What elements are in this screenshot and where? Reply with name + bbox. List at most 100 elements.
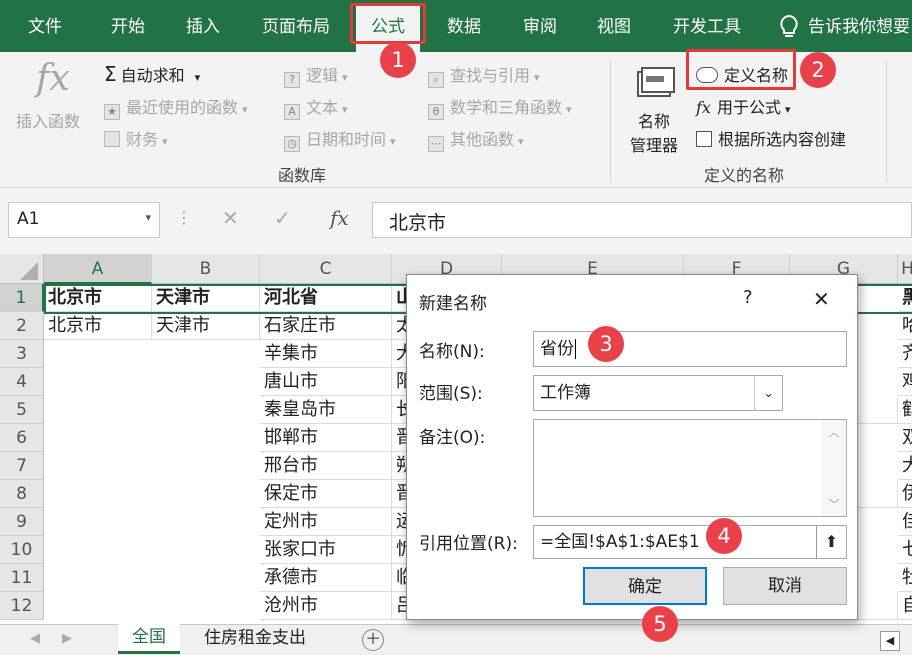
insert-function-button[interactable]: 插入函数 xyxy=(16,108,80,132)
step-badge-3: 3 xyxy=(588,326,624,362)
tab-insert[interactable]: 插入 xyxy=(172,0,234,52)
use-in-formula-button[interactable]: fx 用于公式 ▾ xyxy=(696,94,791,118)
cell-H5[interactable]: 鹤 xyxy=(898,396,912,424)
new-name-dialog: 新建名称 ? ✕ 名称(N): 省份 范围(S): 工作簿 ⌄ 备注(O): ︿… xyxy=(406,274,858,620)
drag-handle-icon[interactable]: ⋮ xyxy=(176,208,192,227)
group-separator xyxy=(610,60,611,182)
cell-H2[interactable]: 哈 xyxy=(898,312,912,340)
step-badge-5: 5 xyxy=(642,606,678,642)
cell-B1[interactable]: 天津市 xyxy=(152,284,260,312)
cell-C3[interactable]: 辛集市 xyxy=(260,340,392,368)
formula-input[interactable]: 北京市 xyxy=(372,202,912,238)
cell-C11[interactable]: 承德市 xyxy=(260,564,392,592)
name-manager-label-2: 管理器 xyxy=(630,136,679,155)
check-icon[interactable]: ✓ xyxy=(274,206,291,230)
step-badge-1: 1 xyxy=(380,42,416,78)
lookup-icon: ⌕ xyxy=(428,72,444,88)
name-box[interactable]: A1 ▾ xyxy=(8,202,160,238)
financial-button[interactable]: 财务 ▾ xyxy=(104,126,168,150)
chevron-down-icon: ▾ xyxy=(534,71,540,84)
scroll-down-icon[interactable]: ﹀ xyxy=(822,496,846,512)
cell-C2[interactable]: 石家庄市 xyxy=(260,312,392,340)
other-functions-button[interactable]: ⋯ 其他函数 ▾ xyxy=(428,126,524,152)
add-sheet-icon[interactable]: + xyxy=(362,629,384,651)
cell-H3[interactable]: 齐 xyxy=(898,340,912,368)
close-icon[interactable]: ✕ xyxy=(813,287,830,311)
insert-function-fx-icon[interactable]: fx xyxy=(330,206,349,230)
clock-icon: ◷ xyxy=(284,136,300,152)
formula-bar-area: A1 ▾ ⋮ ✕ ✓ fx 北京市 xyxy=(0,188,912,254)
cancel-icon[interactable]: ✕ xyxy=(222,206,239,230)
cell-C9[interactable]: 定州市 xyxy=(260,508,392,536)
cell-A2[interactable]: 北京市 xyxy=(44,312,152,340)
cell-H11[interactable]: 牡 xyxy=(898,564,912,592)
name-input[interactable]: 省份 xyxy=(533,331,847,367)
cell-H9[interactable]: 佳 xyxy=(898,508,912,536)
name-manager-button[interactable]: 名称 xyxy=(638,108,670,132)
tell-me-search[interactable]: 告诉我你想要 xyxy=(808,0,912,52)
sigma-icon: Σ xyxy=(104,62,117,86)
datetime-button[interactable]: ◷ 日期和时间 ▾ xyxy=(284,126,396,152)
chevron-down-icon: ▾ xyxy=(518,135,524,148)
recent-functions-button[interactable]: ★ 最近使用的函数 ▾ xyxy=(104,94,248,120)
math-button[interactable]: θ 数学和三角函数 ▾ xyxy=(428,94,572,120)
comment-textarea[interactable]: ︿ ﹀ xyxy=(533,419,847,517)
cell-H1[interactable]: 黑 xyxy=(898,284,912,312)
name-label: 名称(N): xyxy=(419,342,485,362)
cell-H7[interactable]: 大 xyxy=(898,452,912,480)
refers-to-input[interactable]: =全国!$A$1:$AE$1 ⬆ xyxy=(533,525,847,559)
tab-review[interactable]: 审阅 xyxy=(510,0,570,52)
collapse-dialog-icon[interactable]: ⬆ xyxy=(816,526,846,558)
highlight-define-name xyxy=(686,49,796,90)
cell-C8[interactable]: 保定市 xyxy=(260,480,392,508)
cell-H8[interactable]: 伊 xyxy=(898,480,912,508)
cell-C7[interactable]: 邢台市 xyxy=(260,452,392,480)
tab-data[interactable]: 数据 xyxy=(434,0,494,52)
name-manager-icon xyxy=(634,64,678,104)
ok-button[interactable]: 确定 xyxy=(583,567,707,605)
help-button[interactable]: ? xyxy=(743,287,753,308)
chevron-down-icon: ▾ xyxy=(784,103,791,116)
cancel-button[interactable]: 取消 xyxy=(723,567,847,605)
sheet-tab-all[interactable]: 全国 xyxy=(118,624,180,654)
sheet-tab-rent[interactable]: 住房租金支出 xyxy=(186,625,324,653)
text-button[interactable]: A 文本 ▾ xyxy=(284,94,348,120)
create-from-selection-button[interactable]: 根据所选内容创建 xyxy=(696,126,846,150)
scroll-right-icon[interactable]: ▶ xyxy=(62,631,72,646)
cell-H10[interactable]: 七 xyxy=(898,536,912,564)
group-separator xyxy=(886,60,887,182)
scrollbar[interactable]: ︿ ﹀ xyxy=(822,420,846,516)
cell-B2[interactable]: 天津市 xyxy=(152,312,260,340)
step-badge-2: 2 xyxy=(800,52,836,88)
star-icon: ★ xyxy=(104,104,120,120)
tab-developer[interactable]: 开发工具 xyxy=(662,0,752,52)
cell-C4[interactable]: 唐山市 xyxy=(260,368,392,396)
tab-page-layout[interactable]: 页面布局 xyxy=(250,0,342,52)
hscroll-left-icon[interactable]: ◀ xyxy=(880,631,900,651)
chevron-down-icon: ▾ xyxy=(390,135,396,148)
sheet-tab-bar: ◀ ▶ 全国 住房租金支出 + ◀ xyxy=(0,624,912,655)
cell-H4[interactable]: 鸡 xyxy=(898,368,912,396)
financial-icon xyxy=(104,131,120,147)
scope-select[interactable]: 工作簿 ⌄ xyxy=(533,375,783,411)
tab-file[interactable]: 文件 xyxy=(14,0,76,52)
cell-C5[interactable]: 秦皇岛市 xyxy=(260,396,392,424)
chevron-down-icon[interactable]: ⌄ xyxy=(754,376,782,410)
autosum-button[interactable]: Σ 自动求和 ▾ xyxy=(104,62,200,86)
cell-C10[interactable]: 张家口市 xyxy=(260,536,392,564)
cell-C1[interactable]: 河北省 xyxy=(260,284,392,312)
lightbulb-icon xyxy=(778,14,800,40)
highlight-formulas-tab xyxy=(350,3,426,44)
step-badge-4: 4 xyxy=(706,518,742,554)
tab-home[interactable]: 开始 xyxy=(98,0,158,52)
cell-H6[interactable]: 双 xyxy=(898,424,912,452)
scroll-up-icon[interactable]: ︿ xyxy=(822,424,846,440)
tab-view[interactable]: 视图 xyxy=(584,0,644,52)
cell-H12[interactable]: 自 xyxy=(898,592,912,620)
lookup-button[interactable]: ⌕ 查找与引用 ▾ xyxy=(428,62,540,88)
logical-button[interactable]: ? 逻辑 ▾ xyxy=(284,62,348,88)
scroll-left-icon[interactable]: ◀ xyxy=(30,631,40,646)
cell-A1[interactable]: 北京市 xyxy=(44,284,152,312)
cell-C6[interactable]: 邯郸市 xyxy=(260,424,392,452)
cell-C12[interactable]: 沧州市 xyxy=(260,592,392,620)
